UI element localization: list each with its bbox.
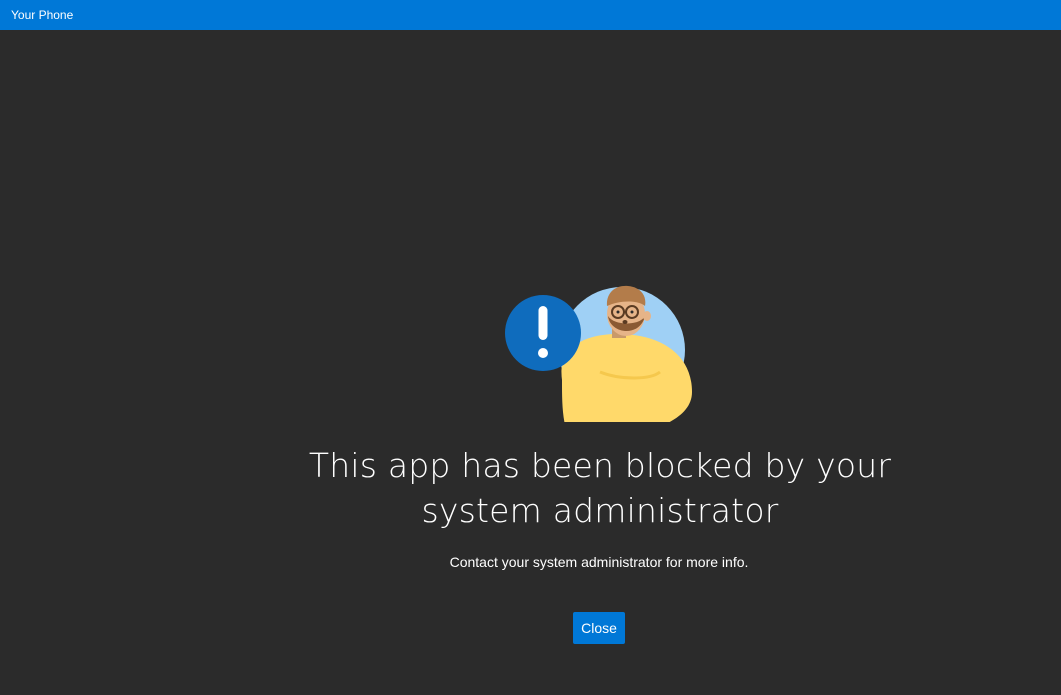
blocked-illustration: [505, 285, 692, 422]
title-bar: Your Phone: [0, 0, 1061, 30]
blocked-headline: This app has been blocked by your system…: [308, 446, 892, 530]
exclamation-icon: [505, 295, 581, 371]
close-button[interactable]: Close: [573, 612, 625, 644]
window-title: Your Phone: [11, 8, 74, 22]
contact-admin-message: Contact your system administrator for mo…: [449, 554, 749, 570]
